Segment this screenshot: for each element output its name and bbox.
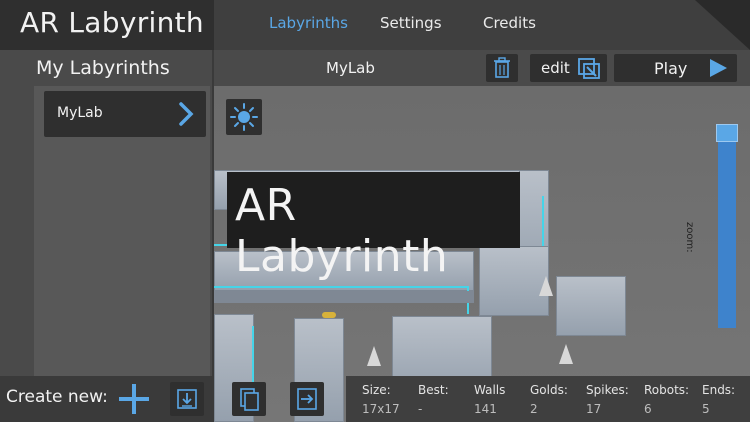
header-corner-decoration (695, 0, 750, 50)
sun-icon (230, 103, 258, 131)
stat-robots-label: Robots: (644, 383, 690, 397)
tab-labyrinths[interactable]: Labyrinths (269, 14, 348, 32)
export-button[interactable] (290, 382, 324, 416)
trash-icon (494, 57, 510, 78)
stat-golds-value: 2 (530, 402, 538, 416)
play-button[interactable]: Play (614, 54, 737, 82)
tab-credits[interactable]: Credits (483, 14, 536, 32)
zoom-label: zoom: (684, 222, 695, 253)
stat-spikes-label: Spikes: (586, 383, 629, 397)
sidebar-title: My Labyrinths (0, 50, 212, 86)
stat-ends-label: Ends: (702, 383, 736, 397)
edit-icon (578, 58, 600, 79)
play-button-label: Play (654, 59, 688, 78)
edit-button[interactable]: edit (530, 54, 607, 82)
edit-button-label: edit (541, 59, 570, 77)
stat-size-value: 17x17 (362, 402, 400, 416)
current-lab-name: MyLab (326, 59, 375, 77)
zoom-slider-track[interactable] (718, 128, 736, 328)
duplicate-button[interactable] (232, 382, 266, 416)
maze-wall-shadow (214, 291, 474, 303)
stat-walls-label: Walls (474, 383, 506, 397)
spike (367, 346, 381, 366)
stat-robots-value: 6 (644, 402, 652, 416)
play-icon (710, 59, 727, 77)
stat-walls-value: 141 (474, 402, 497, 416)
toolbar: MyLab edit Play (214, 50, 750, 86)
zoom-slider-handle[interactable] (716, 124, 738, 142)
stat-golds-label: Golds: (530, 383, 568, 397)
sidebar-item-label: MyLab (57, 105, 103, 121)
create-new-label: Create new: (6, 387, 108, 407)
download-icon (177, 389, 197, 409)
stat-best-label: Best: (418, 383, 449, 397)
stat-spikes-value: 17 (586, 402, 602, 416)
labyrinth-stats: Size: 17x17 Best: - Walls 141 Golds: 2 S… (346, 376, 750, 422)
copy-icon (240, 388, 259, 411)
delete-button[interactable] (486, 54, 518, 82)
lighting-button[interactable] (226, 99, 262, 135)
stat-ends-value: 5 (702, 402, 710, 416)
overlay-title: AR Labyrinth (227, 172, 520, 282)
maze-wall (556, 276, 626, 336)
spike (539, 276, 553, 296)
sidebar-item-mylab[interactable]: MyLab (44, 91, 206, 137)
export-icon (297, 388, 317, 410)
plus-icon[interactable] (117, 382, 151, 416)
stat-best-value: - (418, 402, 423, 416)
gold-coin (322, 312, 336, 318)
stat-size-label: Size: (362, 383, 391, 397)
chevron-right-icon (179, 102, 194, 126)
import-button[interactable] (170, 382, 204, 416)
app-header: AR Labyrinth Labyrinths Settings Credits (0, 0, 750, 50)
tab-settings[interactable]: Settings (380, 14, 442, 32)
spike (559, 344, 573, 364)
laser-beam (214, 286, 469, 288)
app-title: AR Labyrinth (0, 0, 214, 50)
create-new-bar: Create new: (0, 376, 160, 422)
